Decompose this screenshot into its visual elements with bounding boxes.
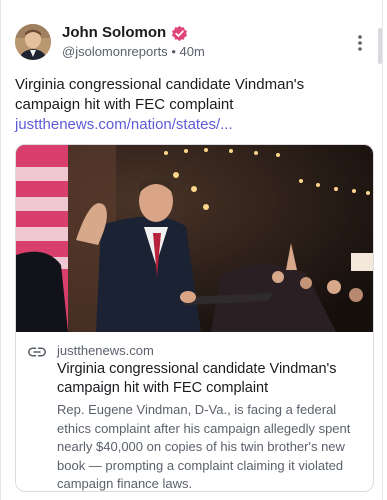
author-handle[interactable]: @jsolomonreports xyxy=(62,44,168,59)
card-title[interactable]: Virginia congressional candidate Vindman… xyxy=(57,360,363,398)
avatar-photo xyxy=(15,24,51,60)
author-name[interactable]: John Solomon xyxy=(62,24,166,42)
link-preview-card[interactable]: justthenews.com Virginia congressional c… xyxy=(15,144,374,492)
post-body: Virginia congressional candidate Vindman… xyxy=(15,76,305,113)
verified-badge-icon xyxy=(172,25,188,41)
link-icon xyxy=(28,347,46,357)
post-card[interactable]: John Solomon @jsolomonreports • 40m Virg… xyxy=(0,0,383,500)
post-time[interactable]: 40m xyxy=(180,44,205,59)
author-meta: @jsolomonreports • 40m xyxy=(62,44,205,60)
post-text: Virginia congressional candidate Vindman… xyxy=(15,75,360,135)
author-avatar[interactable] xyxy=(15,24,51,60)
post-link[interactable]: justthenews.com/nation/states/... xyxy=(15,116,233,133)
more-vertical-icon[interactable] xyxy=(354,33,366,53)
card-domain[interactable]: justthenews.com xyxy=(57,343,154,359)
meta-separator: • xyxy=(171,44,176,59)
scrollbar[interactable] xyxy=(378,28,382,64)
author-name-row[interactable]: John Solomon xyxy=(62,24,188,42)
card-image[interactable] xyxy=(16,145,373,332)
card-description: Rep. Eugene Vindman, D-Va., is facing a … xyxy=(57,402,351,492)
